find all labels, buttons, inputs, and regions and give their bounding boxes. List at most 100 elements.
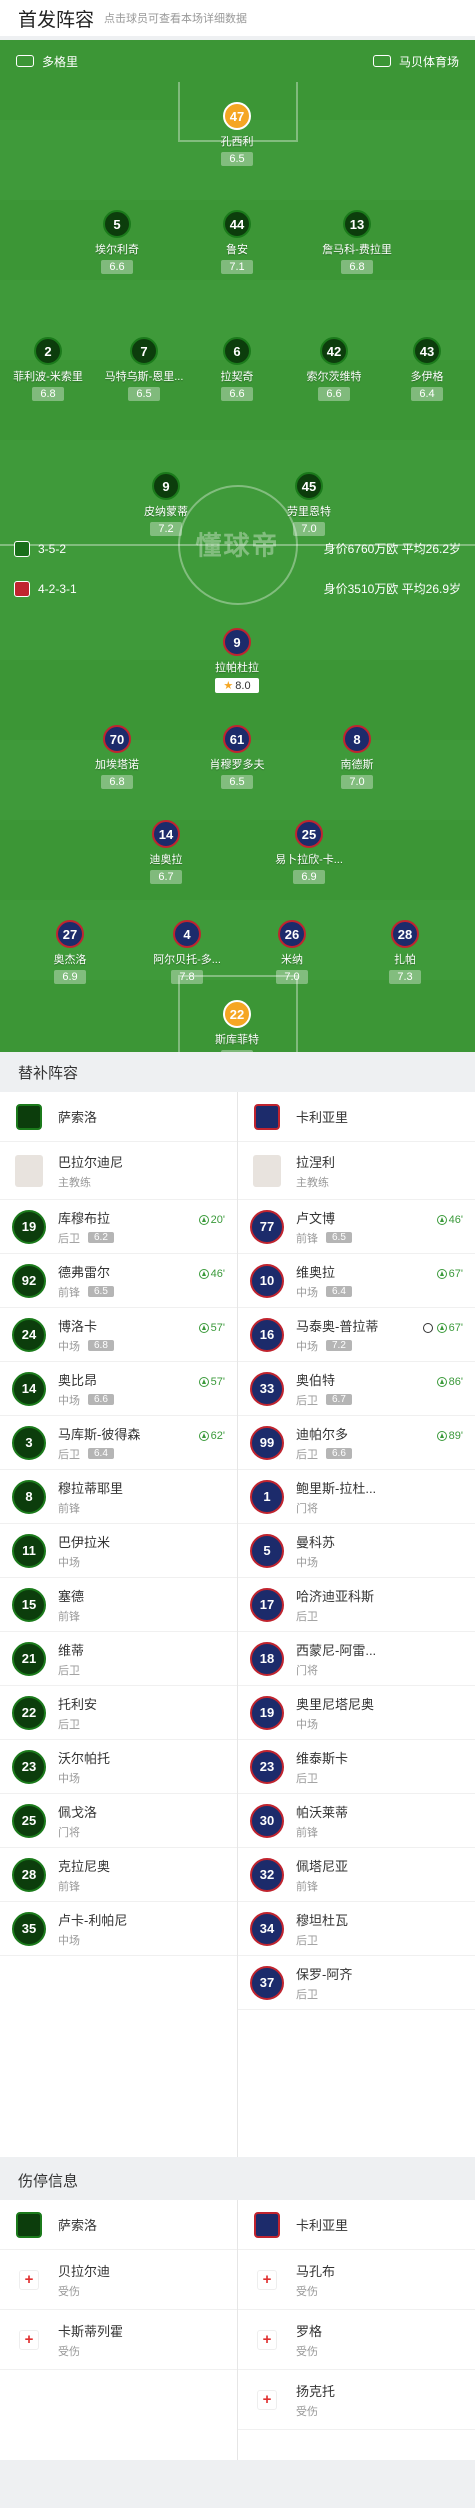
injured-player-row[interactable]: + 罗格 受伤 — [238, 2310, 475, 2370]
sub-player-row[interactable]: 37 保罗-阿齐 后卫 — [238, 1956, 475, 2010]
jersey-number: 70 — [103, 725, 131, 753]
injured-player-row[interactable]: + 扬克托 受伤 — [238, 2370, 475, 2430]
player-marker[interactable]: 44 鲁安 7.1 — [177, 210, 297, 274]
player-info: 保罗-阿齐 后卫 — [296, 1964, 352, 2002]
subs-home-column: 萨索洛 巴拉尔迪尼 主教练 19 库穆布拉 后卫 6.2 20' 92 德弗雷尔 前锋 6.5 46' 2… — [0, 1092, 237, 1956]
sub-minute: 57' — [210, 1376, 225, 1388]
player-marker[interactable]: 61 肖穆罗多夫 6.5 — [177, 725, 297, 789]
player-position: 前锋 6.5 — [58, 1284, 114, 1300]
sub-player-row[interactable]: 18 西蒙尼-阿雷... 门将 — [238, 1632, 475, 1686]
player-marker[interactable]: 47 孔西利 6.5 — [177, 102, 297, 166]
sub-in-icon — [198, 1377, 209, 1387]
sub-player-row[interactable]: 35 卢卡-利帕尼 中场 — [0, 1902, 237, 1956]
player-position: 前锋 — [296, 1878, 348, 1894]
player-number-avatar: 28 — [12, 1857, 46, 1892]
player-rating: 6.5 — [326, 1232, 352, 1243]
sub-player-row[interactable]: 77 卢文博 前锋 6.5 46' — [238, 1200, 475, 1254]
pitch: 懂球帝 多格里 马贝体育场 3-5-2 身价6760万欧 平均26.2岁 4-2… — [0, 40, 475, 1052]
player-marker[interactable]: 5 埃尔利奇 6.6 — [57, 210, 177, 274]
sub-player-row[interactable]: 92 德弗雷尔 前锋 6.5 46' — [0, 1254, 237, 1308]
sub-player-row[interactable]: 23 维泰斯卡 后卫 — [238, 1740, 475, 1794]
player-marker[interactable]: 70 加埃塔诺 6.8 — [57, 725, 177, 789]
player-number-avatar: 3 — [12, 1425, 46, 1460]
player-marker[interactable]: 43 多伊格 6.4 — [367, 337, 475, 401]
player-marker[interactable]: 26 米纳 7.0 — [232, 920, 352, 984]
player-position: 后卫 — [296, 1770, 348, 1786]
sub-player-row[interactable]: 19 库穆布拉 后卫 6.2 20' — [0, 1200, 237, 1254]
player-number-avatar: 8 — [12, 1479, 46, 1514]
sub-player-row[interactable]: 30 帕沃莱蒂 前锋 — [238, 1794, 475, 1848]
player-info: 鲍里斯-拉杜... 门将 — [296, 1478, 376, 1516]
player-info: 穆坦杜瓦 后卫 — [296, 1910, 348, 1948]
player-rating: 6.8 — [101, 775, 133, 789]
player-marker[interactable]: 13 詹马科-费拉里 6.8 — [297, 210, 417, 274]
sub-player-row[interactable]: 19 奥里尼塔尼奥 中场 — [238, 1686, 475, 1740]
sub-player-row[interactable]: 32 佩塔尼亚 前锋 — [238, 1848, 475, 1902]
player-name: 扎帕 — [394, 954, 416, 966]
sub-player-row[interactable]: 16 马泰奥-普拉蒂 中场 7.2 67' — [238, 1308, 475, 1362]
player-number-avatar: 37 — [250, 1965, 284, 2000]
sub-player-row[interactable]: 11 巴伊拉米 中场 — [0, 1524, 237, 1578]
sub-player-row[interactable]: 3 马库斯-彼得森 后卫 6.4 62' — [0, 1416, 237, 1470]
player-marker[interactable]: 9 拉帕杜拉 ★ 8.0 — [177, 628, 297, 693]
sub-player-row[interactable]: 22 托利安 后卫 — [0, 1686, 237, 1740]
status-text: 受伤 — [296, 2285, 318, 2298]
sub-player-row[interactable]: 17 哈济迪亚科斯 后卫 — [238, 1578, 475, 1632]
player-marker[interactable]: 8 南德斯 7.0 — [297, 725, 417, 789]
sub-player-row[interactable]: 10 维奥拉 中场 6.4 67' — [238, 1254, 475, 1308]
sub-player-row[interactable]: 25 佩戈洛 门将 — [0, 1794, 237, 1848]
sub-player-row[interactable]: 34 穆坦杜瓦 后卫 — [238, 1902, 475, 1956]
sub-player-row[interactable]: 15 塞德 前锋 — [0, 1578, 237, 1632]
player-position: 后卫 6.4 — [58, 1446, 140, 1462]
sub-player-row[interactable]: 21 维蒂 后卫 — [0, 1632, 237, 1686]
player-name: 埃尔利奇 — [95, 244, 139, 256]
player-name: 哈济迪亚科斯 — [296, 1588, 375, 1604]
player-marker[interactable]: 4 阿尔贝托-多... 7.8 — [127, 920, 247, 984]
coach-row[interactable]: 拉涅利 主教练 — [238, 1142, 475, 1200]
player-marker[interactable]: 14 迪奥拉 6.7 — [106, 820, 226, 884]
player-number-avatar: 19 — [250, 1695, 284, 1730]
player-name: 维奥拉 — [296, 1264, 336, 1280]
player-marker[interactable]: 25 易卜拉欣-卡... 6.9 — [249, 820, 369, 884]
position-text: 前锋 — [296, 1826, 318, 1839]
sub-player-row[interactable]: 24 博洛卡 中场 6.8 57' — [0, 1308, 237, 1362]
player-info: 沃尔帕托 中场 — [58, 1748, 110, 1786]
player-marker[interactable]: 28 扎帕 7.3 — [345, 920, 465, 984]
sub-player-row[interactable]: 5 曼科苏 中场 — [238, 1524, 475, 1578]
coach-row[interactable]: 巴拉尔迪尼 主教练 — [0, 1142, 237, 1200]
sub-player-row[interactable]: 33 奥伯特 后卫 6.7 86' — [238, 1362, 475, 1416]
injured-player-row[interactable]: + 卡斯蒂列霍 受伤 — [0, 2310, 237, 2370]
player-position: 中场 6.4 — [296, 1284, 352, 1300]
injured-player-row[interactable]: + 贝拉尔迪 受伤 — [0, 2250, 237, 2310]
shirt-icon — [372, 55, 391, 67]
sub-player-row[interactable]: 23 沃尔帕托 中场 — [0, 1740, 237, 1794]
subs-panel: 萨索洛 巴拉尔迪尼 主教练 19 库穆布拉 后卫 6.2 20' 92 德弗雷尔 前锋 6.5 46' 2… — [0, 1092, 475, 2157]
player-info: 扬克托 受伤 — [296, 2381, 335, 2419]
player-number-avatar: 17 — [250, 1587, 284, 1622]
player-marker[interactable]: 27 奥杰洛 6.9 — [10, 920, 130, 984]
player-name: 保罗-阿齐 — [296, 1966, 353, 1982]
position-text: 门将 — [58, 1826, 80, 1839]
player-marker[interactable]: 45 劳里恩特 7.0 — [249, 472, 369, 536]
player-name: 肖穆罗多夫 — [209, 759, 265, 771]
player-info: 奥伯特 后卫 6.7 — [296, 1370, 352, 1408]
rating-value: 7.0 — [349, 776, 365, 788]
player-number-avatar: 77 — [250, 1209, 284, 1244]
sub-player-row[interactable]: 1 鲍里斯-拉杜... 门将 — [238, 1470, 475, 1524]
position-text: 后卫 — [296, 1394, 318, 1407]
player-marker[interactable]: 22斯库菲特6.6 — [177, 1000, 297, 1052]
player-rating: 6.9 — [54, 970, 86, 984]
player-name: 库穆布拉 — [58, 1210, 111, 1226]
player-marker[interactable]: 9 皮纳蒙蒂 7.2 — [106, 472, 226, 536]
player-rating: 7.8 — [171, 970, 203, 984]
player-position: 中场 — [296, 1716, 374, 1732]
sub-player-row[interactable]: 14 奥比昂 中场 6.6 57' — [0, 1362, 237, 1416]
jersey-number: 45 — [295, 472, 323, 500]
team-info: 萨索洛 — [58, 1107, 97, 1126]
position-text: 中场 — [296, 1718, 318, 1731]
sub-player-row[interactable]: 28 克拉尼奥 前锋 — [0, 1848, 237, 1902]
sub-player-row[interactable]: 99 迪帕尔多 后卫 6.6 89' — [238, 1416, 475, 1470]
sub-player-row[interactable]: 8 穆拉蒂耶里 前锋 — [0, 1470, 237, 1524]
injured-player-row[interactable]: + 马孔布 受伤 — [238, 2250, 475, 2310]
position-text: 后卫 — [296, 1448, 318, 1461]
